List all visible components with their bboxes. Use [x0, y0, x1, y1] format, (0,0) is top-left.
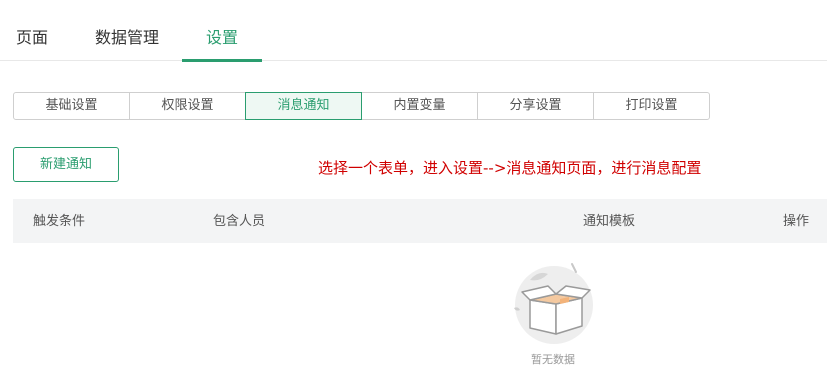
empty-state-text: 暂无数据: [531, 353, 575, 366]
column-notification-template: 通知模板: [583, 214, 636, 229]
column-trigger-condition: 触发条件: [33, 214, 86, 229]
subtab-print-settings[interactable]: 打印设置: [593, 92, 710, 120]
top-tab-bar: 页面 数据管理 设置: [0, 0, 827, 62]
instruction-annotation: 选择一个表单，进入设置-->消息通知页面，进行消息配置: [318, 159, 702, 177]
column-recipients: 包含人员: [213, 214, 266, 229]
new-notification-button[interactable]: 新建通知: [13, 147, 119, 182]
table-header: 触发条件 包含人员 通知模板 操作: [13, 199, 827, 243]
tab-settings[interactable]: 设置: [182, 0, 262, 62]
empty-state: 暂无数据: [508, 258, 600, 370]
subtab-share-settings[interactable]: 分享设置: [477, 92, 594, 120]
subtab-message-notification[interactable]: 消息通知: [245, 92, 362, 120]
tab-pages[interactable]: 页面: [0, 0, 64, 61]
column-actions: 操作: [783, 214, 810, 229]
empty-box-icon: [514, 263, 593, 344]
subtab-builtin-variables[interactable]: 内置变量: [361, 92, 478, 120]
tab-data-management[interactable]: 数据管理: [84, 0, 170, 61]
subtab-permission-settings[interactable]: 权限设置: [129, 92, 246, 120]
settings-sub-tabs: 基础设置 权限设置 消息通知 内置变量 分享设置 打印设置: [13, 92, 710, 120]
subtab-basic-settings[interactable]: 基础设置: [13, 92, 130, 120]
